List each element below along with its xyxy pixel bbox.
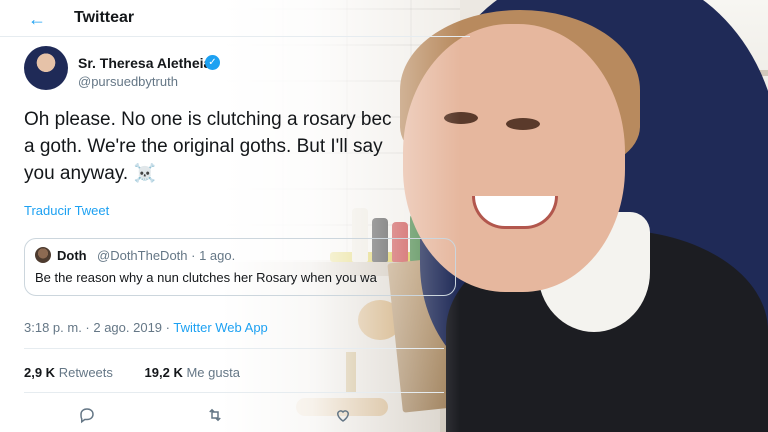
divider [24, 392, 444, 393]
author-handle[interactable]: @pursuedbytruth [78, 74, 178, 89]
retweet-icon[interactable] [206, 406, 224, 424]
tweet-line: you anyway. ☠️ [24, 160, 484, 187]
tweet-panel: ← Twittear Sr. Theresa Aletheia ✓ @pursu… [0, 0, 470, 432]
tweet-meta: 3:18 p. m. · 2 ago. 2019 · Twitter Web A… [24, 320, 268, 335]
verified-icon: ✓ [205, 55, 220, 70]
quote-avatar [35, 247, 51, 263]
author-avatar[interactable] [24, 46, 68, 90]
divider [24, 348, 444, 349]
top-bar: ← Twittear [0, 0, 470, 36]
likes-stat[interactable]: 19,2 K Me gusta [145, 365, 240, 380]
tweet-line-text: you anyway. [24, 163, 129, 184]
retweets-count: 2,9 K [24, 365, 56, 380]
page-title: Twittear [74, 9, 135, 26]
quote-text: Be the reason why a nun clutches her Ros… [35, 270, 377, 285]
back-arrow-icon[interactable]: ← [28, 9, 46, 30]
quote-author-name: Doth [57, 248, 87, 263]
likes-count: 19,2 K [144, 365, 183, 380]
retweets-stat[interactable]: 2,9 K Retweets [24, 365, 113, 380]
likes-label: Me gusta [186, 365, 240, 380]
retweets-label: Retweets [58, 365, 113, 380]
tweet-stats: 2,9 K Retweets 19,2 K Me gusta [24, 365, 240, 380]
eye [506, 118, 540, 130]
like-icon[interactable] [334, 406, 352, 424]
reply-icon[interactable] [78, 406, 96, 424]
tweet-line: Oh please. No one is clutching a rosary … [24, 109, 392, 130]
skull-icon: ☠️ [133, 163, 156, 183]
quote-author-handle: @DothTheDoth · 1 ago. [97, 248, 236, 263]
quoted-tweet-card[interactable]: Doth @DothTheDoth · 1 ago. Be the reason… [24, 238, 456, 296]
divider [0, 36, 470, 37]
translate-tweet-link[interactable]: Traducir Tweet [24, 203, 109, 218]
source-link[interactable]: Twitter Web App [173, 320, 267, 335]
tweet-text: Oh please. No one is clutching a rosary … [24, 106, 484, 187]
tweet-line: a goth. We're the original goths. But I'… [24, 136, 383, 157]
timestamp[interactable]: 3:18 p. m. · 2 ago. 2019 · [24, 320, 173, 335]
author-name[interactable]: Sr. Theresa Aletheia [78, 55, 211, 71]
